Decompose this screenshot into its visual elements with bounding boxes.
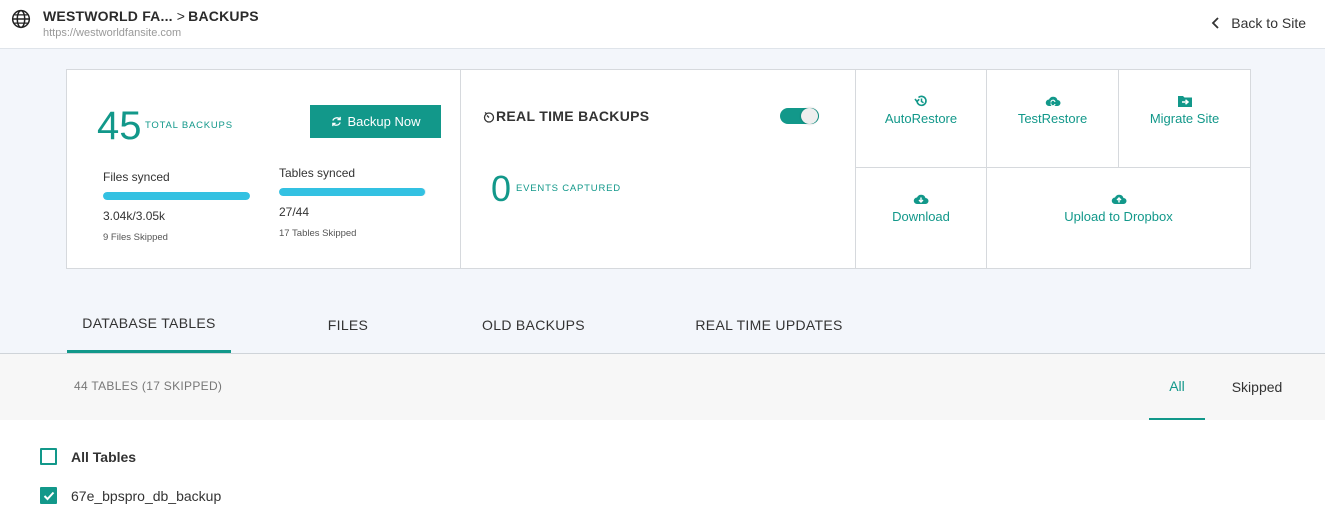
events-captured-label: EVENTS CAPTURED xyxy=(516,183,621,194)
migrate-site-label: Migrate Site xyxy=(1149,111,1220,126)
testrestore-button[interactable]: TestRestore xyxy=(987,70,1119,168)
tab-real-time-updates[interactable]: REAL TIME UPDATES xyxy=(688,296,850,353)
tables-list: All Tables 67e_bpspro_db_backup xyxy=(0,420,1325,521)
breadcrumb: WESTWORLD FA... > BACKUPS xyxy=(43,8,259,24)
realtime-title: REAL TIME BACKUPS xyxy=(496,108,650,124)
breadcrumb-site[interactable]: WESTWORLD FA... xyxy=(43,8,173,24)
breadcrumb-section: BACKUPS xyxy=(188,8,259,24)
cloud-download-icon xyxy=(913,194,929,204)
realtime-toggle[interactable] xyxy=(780,108,819,124)
backup-now-button[interactable]: Backup Now xyxy=(310,105,441,138)
download-label: Download xyxy=(892,209,950,224)
testrestore-label: TestRestore xyxy=(1017,111,1088,126)
tab-old-backups[interactable]: OLD BACKUPS xyxy=(473,296,594,353)
files-progress-bar xyxy=(103,192,250,200)
actions-panel: AutoRestore TestRestore Migrate Site Dow… xyxy=(856,70,1250,268)
tables-skipped-label: 17 Tables Skipped xyxy=(279,228,357,239)
all-tables-checkbox[interactable] xyxy=(40,448,57,465)
total-backups-label: TOTAL BACKUPS xyxy=(145,120,233,131)
site-url: https://westworldfansite.com xyxy=(43,27,182,39)
upload-to-dropbox-label: Upload to Dropbox xyxy=(1064,209,1173,224)
files-synced-count: 3.04k/3.05k xyxy=(103,209,166,223)
back-to-site-label: Back to Site xyxy=(1231,15,1306,31)
tab-database-tables[interactable]: DATABASE TABLES xyxy=(67,296,231,353)
backup-summary-card: 45 TOTAL BACKUPS Backup Now Files synced… xyxy=(66,69,1251,269)
filter-all[interactable]: All xyxy=(1149,354,1205,420)
files-synced-label: Files synced xyxy=(103,170,170,184)
chevron-left-icon xyxy=(1212,17,1219,29)
top-header: WESTWORLD FA... > BACKUPS https://westworl… xyxy=(0,0,1325,49)
checkmark-icon xyxy=(43,491,54,500)
events-captured-count: 0 xyxy=(491,168,512,209)
tables-synced-block: Tables synced 27/44 17 Tables Skipped xyxy=(279,166,426,239)
autorestore-label: AutoRestore xyxy=(884,111,958,126)
tables-progress-fill xyxy=(279,188,425,196)
tables-progress-bar xyxy=(279,188,426,196)
back-to-site-link[interactable]: Back to Site xyxy=(1211,15,1306,31)
filter-skipped[interactable]: Skipped xyxy=(1222,354,1292,420)
backups-panel: 45 TOTAL BACKUPS Backup Now Files synced… xyxy=(67,70,461,268)
filter-bar: 44 TABLES (17 SKIPPED) All Skipped xyxy=(0,354,1325,420)
realtime-panel: REAL TIME BACKUPS 0 EVENTS CAPTURED xyxy=(461,70,856,268)
backup-now-label: Backup Now xyxy=(347,114,421,129)
history-icon xyxy=(914,95,927,107)
autorestore-button[interactable]: AutoRestore xyxy=(856,70,987,168)
tab-files[interactable]: FILES xyxy=(311,296,385,353)
all-tables-label: All Tables xyxy=(71,448,137,465)
migrate-site-button[interactable]: Migrate Site xyxy=(1119,70,1250,168)
toggle-knob xyxy=(801,108,818,124)
table-name: 67e_bpspro_db_backup xyxy=(71,487,222,504)
tables-synced-count: 27/44 xyxy=(279,205,310,219)
content-tabs: DATABASE TABLES FILES OLD BACKUPS REAL T… xyxy=(0,296,1325,354)
tables-count-label: 44 TABLES (17 SKIPPED) xyxy=(74,379,223,393)
download-button[interactable]: Download xyxy=(856,168,987,268)
files-progress-fill xyxy=(103,192,250,200)
files-synced-block: Files synced 3.04k/3.05k 9 Files Skipped xyxy=(103,170,250,243)
cloud-upload-icon xyxy=(1111,194,1126,204)
breadcrumb-separator: > xyxy=(176,8,186,24)
timer-icon xyxy=(483,111,495,123)
tables-synced-label: Tables synced xyxy=(279,166,356,180)
upload-to-dropbox-button[interactable]: Upload to Dropbox xyxy=(987,168,1250,268)
globe-icon xyxy=(11,9,31,29)
total-backups-count: 45 xyxy=(97,104,142,148)
table-row[interactable]: 67e_bpspro_db_backup xyxy=(40,487,221,504)
all-tables-row[interactable]: All Tables xyxy=(40,448,136,465)
cloud-sync-icon xyxy=(1045,96,1060,107)
sync-icon xyxy=(331,116,341,127)
table-checkbox[interactable] xyxy=(40,487,57,504)
files-skipped-label: 9 Files Skipped xyxy=(103,232,168,243)
folder-arrow-icon xyxy=(1177,96,1192,107)
